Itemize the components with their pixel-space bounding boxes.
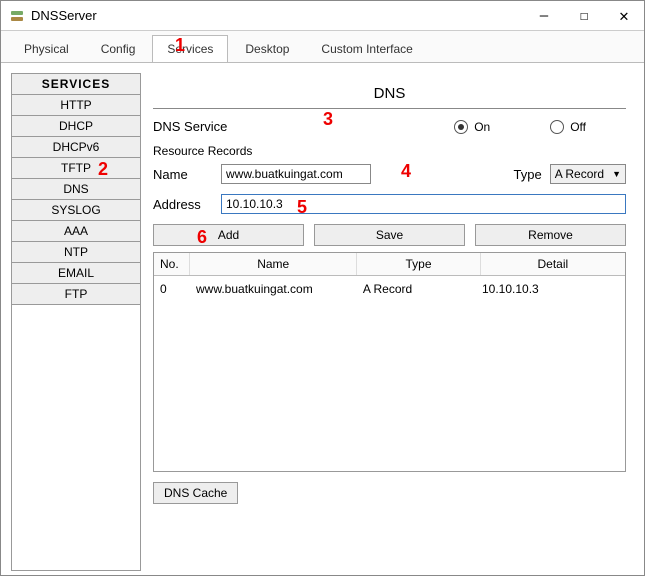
titlebar: DNSServer — ☐ ✕ xyxy=(1,1,644,31)
dns-panel: DNS DNS Service On Off Resource Records … xyxy=(153,73,634,563)
panel-title: DNS xyxy=(153,77,626,106)
name-label: Name xyxy=(153,167,213,182)
tab-services[interactable]: Services xyxy=(152,35,228,62)
minimize-button[interactable]: — xyxy=(524,1,564,31)
th-name[interactable]: Name xyxy=(190,253,357,275)
tab-config[interactable]: Config xyxy=(86,35,151,62)
server-icon xyxy=(9,8,25,24)
radio-on[interactable]: On xyxy=(454,120,490,134)
services-sidebar: SERVICES HTTP DHCP DHCPv6 TFTP DNS SYSLO… xyxy=(11,73,141,571)
sidebar-item-email[interactable]: EMAIL xyxy=(12,263,140,284)
td-no: 0 xyxy=(160,282,196,296)
services-header: SERVICES xyxy=(12,74,140,95)
sidebar-item-http[interactable]: HTTP xyxy=(12,95,140,116)
tab-bar: Physical Config Services Desktop Custom … xyxy=(1,31,644,63)
add-button[interactable]: Add xyxy=(153,224,304,246)
sidebar-item-tftp[interactable]: TFTP xyxy=(12,158,140,179)
divider xyxy=(153,108,626,109)
tab-physical[interactable]: Physical xyxy=(9,35,84,62)
radio-on-icon xyxy=(454,120,468,134)
records-table: No. Name Type Detail 0 www.buatkuingat.c… xyxy=(153,252,626,472)
sidebar-item-dhcp[interactable]: DHCP xyxy=(12,116,140,137)
name-input[interactable] xyxy=(221,164,371,184)
sidebar-item-aaa[interactable]: AAA xyxy=(12,221,140,242)
th-no[interactable]: No. xyxy=(154,253,190,275)
address-label: Address xyxy=(153,197,213,212)
td-detail: 10.10.10.3 xyxy=(482,282,625,296)
sidebar-item-dns[interactable]: DNS xyxy=(12,179,140,200)
tab-desktop[interactable]: Desktop xyxy=(230,35,304,62)
window-title: DNSServer xyxy=(31,8,524,23)
tab-custom-interface[interactable]: Custom Interface xyxy=(306,35,427,62)
sidebar-item-syslog[interactable]: SYSLOG xyxy=(12,200,140,221)
radio-off-icon xyxy=(550,120,564,134)
th-type[interactable]: Type xyxy=(357,253,480,275)
radio-off-label: Off xyxy=(570,120,586,134)
sidebar-item-ntp[interactable]: NTP xyxy=(12,242,140,263)
chevron-down-icon: ▼ xyxy=(612,169,621,179)
sidebar-item-ftp[interactable]: FTP xyxy=(12,284,140,305)
radio-on-label: On xyxy=(474,120,490,134)
dns-service-label: DNS Service xyxy=(153,119,227,134)
maximize-button[interactable]: ☐ xyxy=(564,1,604,31)
remove-button[interactable]: Remove xyxy=(475,224,626,246)
td-type: A Record xyxy=(363,282,482,296)
address-input[interactable] xyxy=(221,194,626,214)
sidebar-item-dhcpv6[interactable]: DHCPv6 xyxy=(12,137,140,158)
resource-records-label: Resource Records xyxy=(153,144,626,158)
type-select-value: A Record xyxy=(555,167,604,181)
table-row[interactable]: 0 www.buatkuingat.com A Record 10.10.10.… xyxy=(154,276,625,302)
save-button[interactable]: Save xyxy=(314,224,465,246)
close-button[interactable]: ✕ xyxy=(604,1,644,31)
type-select[interactable]: A Record ▼ xyxy=(550,164,626,184)
type-label: Type xyxy=(514,167,542,182)
radio-off[interactable]: Off xyxy=(550,120,586,134)
window-controls: — ☐ ✕ xyxy=(524,1,644,31)
td-name: www.buatkuingat.com xyxy=(196,282,363,296)
th-detail[interactable]: Detail xyxy=(481,253,625,275)
dns-cache-button[interactable]: DNS Cache xyxy=(153,482,238,504)
